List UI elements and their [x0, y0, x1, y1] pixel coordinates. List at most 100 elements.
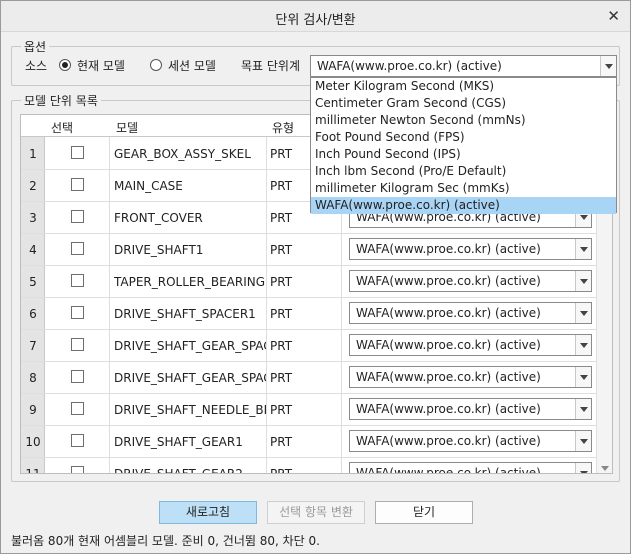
table-row[interactable]: 6 DRIVE_SHAFT_SPACER1 PRT WAFA(www.proe.co.…	[21, 298, 598, 330]
chevron-down-icon[interactable]	[575, 463, 591, 473]
row-unit-value: WAFA(www.proe.co.kr) (active)	[356, 466, 541, 474]
model-type: PRT	[270, 243, 293, 257]
table-row[interactable]: 7 DRIVE_SHAFT_GEAR_SPACER PRT WAFA(www.proe…	[21, 330, 598, 362]
model-name: GEAR_BOX_ASSY_SKEL	[114, 147, 251, 161]
row-select-checkbox[interactable]	[71, 178, 84, 191]
close-icon[interactable]: ✕	[607, 7, 620, 25]
table-row[interactable]: 4 DRIVE_SHAFT1 PRT WAFA(www.proe.co.kr) (ac…	[21, 234, 598, 266]
chevron-down-icon[interactable]	[575, 335, 591, 355]
table-row[interactable]: 10 DRIVE_SHAFT_GEAR1 PRT WAFA(www.proe.co.k…	[21, 426, 598, 458]
row-unit-value: WAFA(www.proe.co.kr) (active)	[356, 370, 541, 384]
chevron-down-icon[interactable]	[575, 367, 591, 387]
row-unit-combo[interactable]: WAFA(www.proe.co.kr) (active)	[349, 462, 592, 474]
row-number: 3	[29, 211, 37, 225]
dropdown-option[interactable]: Meter Kilogram Second (MKS)	[311, 78, 616, 95]
model-name: TAPER_ROLLER_BEARING1	[114, 275, 266, 289]
title-bar: 단위 검사/변환 ✕	[1, 1, 630, 32]
row-unit-combo[interactable]: WAFA(www.proe.co.kr) (active)	[349, 366, 592, 388]
dropdown-option[interactable]: Inch Pound Second (IPS)	[311, 146, 616, 163]
dropdown-option[interactable]: millimeter Kilogram Sec (mmKs)	[311, 180, 616, 197]
chevron-down-icon[interactable]	[600, 56, 616, 76]
convert-selected-button[interactable]: 선택 항목 변환	[267, 501, 365, 524]
row-number: 10	[25, 435, 41, 449]
row-number: 8	[29, 371, 37, 385]
row-unit-combo[interactable]: WAFA(www.proe.co.kr) (active)	[349, 334, 592, 356]
row-select-checkbox[interactable]	[71, 434, 84, 447]
table-row[interactable]: 11 DRIVE_SHAFT_GEAR2 PRT WAFA(www.proe.co.k…	[21, 458, 598, 474]
radio-session-model[interactable]	[150, 59, 162, 71]
row-unit-combo[interactable]: WAFA(www.proe.co.kr) (active)	[349, 398, 592, 420]
chevron-down-icon[interactable]	[575, 239, 591, 259]
model-type: PRT	[270, 435, 293, 449]
radio-session-model-label: 세션 모델	[168, 59, 216, 73]
row-unit-value: WAFA(www.proe.co.kr) (active)	[356, 306, 541, 320]
chevron-down-icon[interactable]	[575, 303, 591, 323]
model-type: PRT	[270, 371, 293, 385]
close-button[interactable]: 닫기	[375, 501, 473, 524]
header-type[interactable]: 유형	[272, 119, 294, 136]
model-type: PRT	[270, 307, 293, 321]
row-select-checkbox[interactable]	[71, 306, 84, 319]
row-select-checkbox[interactable]	[71, 274, 84, 287]
dropdown-option[interactable]: WAFA(www.proe.co.kr) (active)	[311, 197, 616, 214]
row-number: 4	[29, 243, 37, 257]
table-row[interactable]: 5 TAPER_ROLLER_BEARING1 PRT WAFA(www.proe.c…	[21, 266, 598, 298]
row-select-checkbox[interactable]	[71, 146, 84, 159]
header-model[interactable]: 모델	[116, 119, 138, 136]
model-name: DRIVE_SHAFT_GEAR2	[114, 467, 243, 474]
row-select-checkbox[interactable]	[71, 242, 84, 255]
row-select-checkbox[interactable]	[71, 466, 84, 473]
dropdown-option[interactable]: millimeter Newton Second (mmNs)	[311, 112, 616, 129]
refresh-button[interactable]: 새로고침	[159, 501, 257, 524]
model-name: DRIVE_SHAFT_GEAR_SPACER	[114, 339, 266, 353]
row-unit-value: WAFA(www.proe.co.kr) (active)	[356, 274, 541, 288]
row-unit-combo[interactable]: WAFA(www.proe.co.kr) (active)	[349, 270, 592, 292]
unit-check-dialog: 단위 검사/변환 ✕ 옵션 소스 현재 모델 세션 모델 목표 단위계 WAFA…	[0, 0, 631, 554]
row-unit-value: WAFA(www.proe.co.kr) (active)	[356, 402, 541, 416]
row-unit-value: WAFA(www.proe.co.kr) (active)	[356, 338, 541, 352]
row-select-checkbox[interactable]	[71, 370, 84, 383]
table-row[interactable]: 8 DRIVE_SHAFT_GEAR_SPACER PRT WAFA(www.proe…	[21, 362, 598, 394]
radio-current-model[interactable]	[59, 59, 71, 71]
row-unit-combo[interactable]: WAFA(www.proe.co.kr) (active)	[349, 238, 592, 260]
model-type: PRT	[270, 403, 293, 417]
model-type: PRT	[270, 467, 293, 474]
row-number: 5	[29, 275, 37, 289]
source-label: 소스	[25, 59, 48, 73]
model-name: MAIN_CASE	[114, 179, 183, 193]
model-name: DRIVE_SHAFT_NEEDLE_BEARING	[114, 403, 266, 417]
model-name: DRIVE_SHAFT_SPACER1	[114, 307, 256, 321]
row-number: 1	[29, 147, 37, 161]
status-text: 불러옴 80개 현재 어셈블리 모델. 준비 0, 건너뜀 80, 차단 0.	[11, 534, 320, 548]
chevron-down-icon[interactable]	[575, 431, 591, 451]
window-title: 단위 검사/변환	[275, 13, 356, 28]
dropdown-option[interactable]: Centimeter Gram Second (CGS)	[311, 95, 616, 112]
row-unit-value: WAFA(www.proe.co.kr) (active)	[356, 242, 541, 256]
target-unit-label: 목표 단위계	[241, 59, 301, 73]
table-row[interactable]: 9 DRIVE_SHAFT_NEEDLE_BEARING PRT WAFA(www.p…	[21, 394, 598, 426]
model-name: DRIVE_SHAFT_GEAR_SPACER	[114, 371, 266, 385]
target-unit-dropdown-list: Meter Kilogram Second (MKS) Centimeter Gr…	[310, 77, 617, 214]
radio-current-model-label: 현재 모델	[77, 59, 125, 73]
row-unit-value: WAFA(www.proe.co.kr) (active)	[356, 434, 541, 448]
scroll-down-icon[interactable]	[601, 466, 609, 471]
model-type: PRT	[270, 147, 293, 161]
row-number: 6	[29, 307, 37, 321]
chevron-down-icon[interactable]	[575, 399, 591, 419]
model-type: PRT	[270, 211, 293, 225]
model-name: DRIVE_SHAFT1	[114, 243, 204, 257]
options-legend: 옵션	[21, 38, 50, 55]
model-name: DRIVE_SHAFT_GEAR1	[114, 435, 243, 449]
header-select[interactable]: 선택	[51, 119, 73, 136]
row-number: 7	[29, 339, 37, 353]
dropdown-option[interactable]: Inch lbm Second (Pro/E Default)	[311, 163, 616, 180]
row-select-checkbox[interactable]	[71, 402, 84, 415]
chevron-down-icon[interactable]	[575, 271, 591, 291]
row-unit-combo[interactable]: WAFA(www.proe.co.kr) (active)	[349, 302, 592, 324]
row-unit-combo[interactable]: WAFA(www.proe.co.kr) (active)	[349, 430, 592, 452]
row-select-checkbox[interactable]	[71, 210, 84, 223]
dropdown-option[interactable]: Foot Pound Second (FPS)	[311, 129, 616, 146]
model-type: PRT	[270, 339, 293, 353]
row-select-checkbox[interactable]	[71, 338, 84, 351]
target-unit-combo[interactable]: WAFA(www.proe.co.kr) (active)	[310, 55, 617, 77]
